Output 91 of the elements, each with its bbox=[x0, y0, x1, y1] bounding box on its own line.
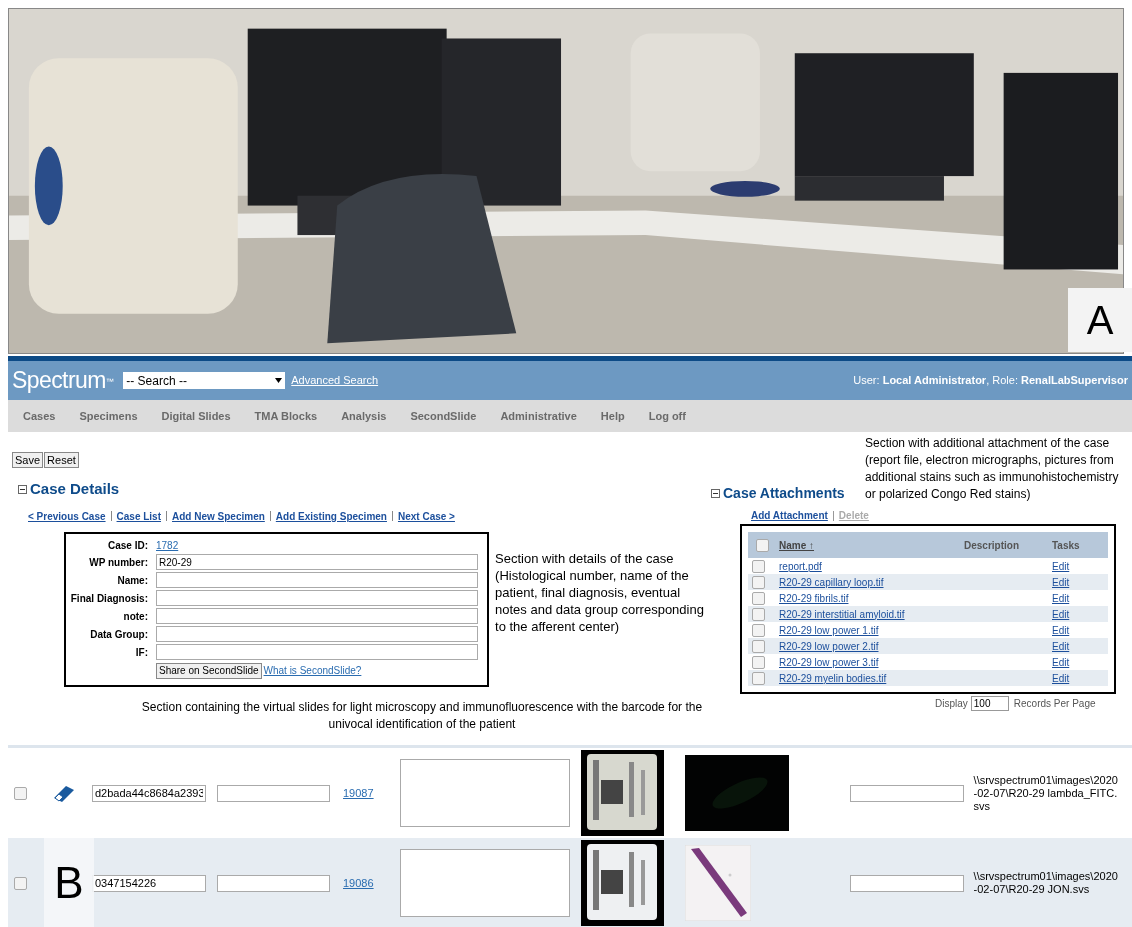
file-path: \\srvspectrum01\images\2020-02-07\R20-29 JON.svs bbox=[973, 870, 1119, 896]
nav-link[interactable]: Add New Specimen bbox=[172, 508, 265, 524]
records-field[interactable]: 100 bbox=[970, 696, 1009, 711]
form-button[interactable]: Reset bbox=[44, 452, 79, 468]
edit-link[interactable]: Edit bbox=[1052, 558, 1070, 574]
nav-link[interactable]: Next Case > bbox=[397, 508, 455, 524]
checkbox[interactable] bbox=[752, 671, 765, 685]
file-link[interactable]: R20-29 capillary loop.tif bbox=[779, 574, 1052, 590]
file-path: \\srvspectrum01\images\2020-02-07\R20-29 lambda_FITC.svs bbox=[973, 773, 1119, 813]
nav-link[interactable]: < Previous Case bbox=[28, 508, 106, 524]
edit-link[interactable]: Edit bbox=[1052, 654, 1070, 670]
checkbox[interactable] bbox=[752, 639, 765, 653]
collapse-icon[interactable] bbox=[711, 489, 720, 498]
form-button[interactable]: Save bbox=[12, 452, 44, 468]
field-label: Case ID: bbox=[107, 538, 149, 553]
file-link[interactable]: R20-29 interstitial amyloid.tif bbox=[779, 606, 1052, 622]
checkbox[interactable] bbox=[752, 591, 765, 605]
case-id-link[interactable]: 1782 bbox=[156, 537, 179, 553]
eraser-icon[interactable] bbox=[52, 783, 76, 803]
edit-link[interactable]: Edit bbox=[1052, 606, 1070, 622]
field-label: Name: bbox=[116, 573, 149, 588]
file-link[interactable]: R20-29 low power 3.tif bbox=[779, 654, 1052, 670]
nav-item[interactable]: Specimens bbox=[79, 407, 138, 425]
field-label: WP number: bbox=[88, 555, 149, 570]
text-field[interactable] bbox=[849, 874, 964, 892]
text-field[interactable]: R20-29 bbox=[156, 554, 478, 570]
annotation-text: Section containing the virtual slides for light microscopy and immunofluorescence with the barcode for the univocal identification of the patient bbox=[140, 698, 704, 733]
section-title: Case Attachments bbox=[723, 484, 845, 503]
text-field[interactable] bbox=[156, 590, 478, 606]
edit-link[interactable]: Edit bbox=[1052, 590, 1070, 606]
annotation-text: Section with details of the case (Histological number, name of the patient, final diagnosis, eventual notes and data group corresponding to the afferent center) bbox=[495, 549, 705, 636]
text-field[interactable] bbox=[156, 644, 478, 660]
nav-item[interactable]: Cases bbox=[23, 407, 56, 425]
section-title: Case Details bbox=[30, 479, 120, 499]
field-label: IF: bbox=[134, 645, 149, 660]
nav-item[interactable]: SecondSlide bbox=[410, 407, 477, 425]
edit-link[interactable]: Edit bbox=[1052, 574, 1070, 590]
column-header[interactable]: Name ↑ bbox=[779, 537, 964, 553]
text-field[interactable] bbox=[156, 608, 478, 624]
text-field[interactable] bbox=[156, 626, 478, 642]
field-label: Data Group: bbox=[89, 627, 149, 642]
nav-link[interactable]: Add Existing Specimen bbox=[275, 508, 387, 524]
file-link[interactable]: R20-29 low power 2.tif bbox=[779, 638, 1052, 654]
checkbox[interactable] bbox=[752, 559, 765, 573]
annotation-text: Section with additional attachment of the case (report file, electron micrographs, pictures from additional stains such as immunohistochemistry or polarized Congo Red stains) bbox=[865, 435, 1120, 503]
file-link[interactable]: R20-29 fibrils.tif bbox=[779, 590, 1052, 606]
checkbox[interactable] bbox=[752, 623, 765, 637]
checkbox[interactable] bbox=[14, 876, 27, 890]
text-field[interactable] bbox=[217, 784, 330, 802]
file-link[interactable]: R20-29 low power 1.tif bbox=[779, 622, 1052, 638]
nav-item[interactable]: Analysis bbox=[341, 407, 387, 425]
checkbox[interactable] bbox=[752, 655, 765, 669]
edit-link[interactable]: Edit bbox=[1052, 622, 1070, 638]
edit-link[interactable]: Edit bbox=[1052, 638, 1070, 654]
slide-id-link[interactable]: 19086 bbox=[343, 874, 374, 892]
app-logo: Spectrum$^{™}$ bbox=[12, 369, 114, 392]
checkbox[interactable] bbox=[14, 786, 27, 800]
share-button[interactable]: Share on SecondSlide bbox=[156, 662, 262, 679]
file-link[interactable]: R20-29 myelin bodies.tif bbox=[779, 670, 1052, 686]
column-header: Description bbox=[964, 538, 1020, 553]
slide-id-link[interactable]: 19087 bbox=[343, 784, 374, 802]
notes-field[interactable] bbox=[399, 759, 570, 827]
add-attachment-link[interactable]: Add Attachment bbox=[751, 508, 828, 523]
nav-item[interactable]: Log off bbox=[648, 407, 686, 425]
text-field[interactable] bbox=[849, 784, 964, 802]
barcode-field[interactable]: 0347154226 bbox=[92, 874, 206, 892]
help-link[interactable]: What is SecondSlide? bbox=[263, 663, 362, 678]
caret-icon bbox=[275, 378, 283, 383]
checkbox[interactable] bbox=[752, 575, 765, 589]
text-field[interactable] bbox=[156, 572, 478, 588]
display-label: Display bbox=[935, 697, 968, 711]
field-label: Final Diagnosis: bbox=[70, 591, 149, 606]
search-dropdown[interactable]: -- Search -- bbox=[123, 372, 286, 389]
nav-link[interactable]: Case List bbox=[116, 508, 161, 524]
collapse-icon[interactable] bbox=[18, 484, 27, 494]
text-field[interactable] bbox=[217, 874, 330, 892]
field-label: note: bbox=[122, 609, 149, 624]
user-info: User: Local Administrator, Role: RenalLabSupervisor bbox=[853, 373, 1128, 389]
file-link[interactable]: report.pdf bbox=[779, 558, 1052, 574]
nav-item[interactable]: Administrative bbox=[500, 407, 577, 425]
panel-label: B bbox=[44, 838, 94, 927]
nav-item[interactable]: Help bbox=[600, 407, 625, 425]
edit-link[interactable]: Edit bbox=[1052, 670, 1070, 686]
checkbox[interactable] bbox=[756, 538, 769, 552]
checkbox[interactable] bbox=[752, 607, 765, 621]
per-page-label: Records Per Page bbox=[1013, 697, 1096, 711]
column-header: Tasks bbox=[1052, 538, 1080, 553]
panel-label: A bbox=[1068, 288, 1132, 352]
notes-field[interactable] bbox=[399, 849, 570, 917]
nav-item[interactable]: Digital Slides bbox=[161, 407, 231, 425]
nav-item[interactable]: TMA Blocks bbox=[254, 407, 318, 425]
